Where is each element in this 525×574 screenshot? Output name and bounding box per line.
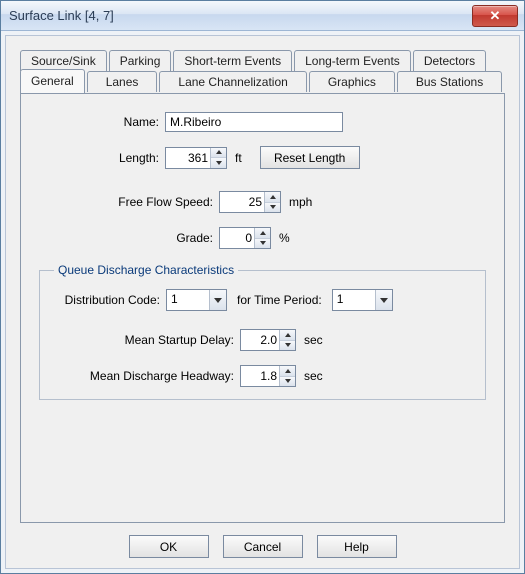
grade-up-button[interactable] xyxy=(255,228,270,239)
tab-lane-channelization[interactable]: Lane Channelization xyxy=(159,71,306,92)
tab-row-lower: General Lanes Lane Channelization Graphi… xyxy=(20,71,504,93)
client-area: Source/Sink Parking Short-term Events Lo… xyxy=(1,31,524,573)
chevron-up-icon xyxy=(216,150,222,154)
distribution-code-dropdown-button[interactable] xyxy=(209,290,226,310)
length-input[interactable] xyxy=(166,148,210,168)
grade-input[interactable] xyxy=(220,228,254,248)
queue-discharge-group: Queue Discharge Characteristics Distribu… xyxy=(39,263,486,400)
ffs-down-button[interactable] xyxy=(265,203,280,213)
length-down-button[interactable] xyxy=(211,158,226,168)
chevron-down-icon xyxy=(214,298,222,303)
discharge-headway-spinner[interactable] xyxy=(240,365,296,387)
free-flow-speed-label: Free Flow Speed: xyxy=(63,195,213,209)
grade-unit: % xyxy=(279,231,290,245)
chevron-down-icon xyxy=(380,298,388,303)
free-flow-speed-spinner[interactable] xyxy=(219,191,281,213)
headway-up-button[interactable] xyxy=(280,366,295,377)
inner-panel: Source/Sink Parking Short-term Events Lo… xyxy=(5,35,520,569)
titlebar: Surface Link [4, 7] ✕ xyxy=(1,1,524,31)
reset-length-button[interactable]: Reset Length xyxy=(260,146,360,169)
tab-content-general: Name: Length: ft Reset Length xyxy=(20,93,505,523)
distribution-code-combo[interactable]: 1 xyxy=(166,289,227,311)
tab-long-term-events[interactable]: Long-term Events xyxy=(294,50,411,71)
tab-lanes[interactable]: Lanes xyxy=(87,71,158,92)
startup-delay-label: Mean Startup Delay: xyxy=(54,333,234,347)
ok-button[interactable]: OK xyxy=(129,535,209,558)
time-period-value: 1 xyxy=(333,290,375,310)
cancel-button[interactable]: Cancel xyxy=(223,535,303,558)
headway-down-button[interactable] xyxy=(280,377,295,387)
tab-general[interactable]: General xyxy=(20,69,85,93)
chevron-down-icon xyxy=(260,241,266,245)
queue-discharge-legend: Queue Discharge Characteristics xyxy=(54,263,238,277)
name-label: Name: xyxy=(105,115,159,129)
startup-down-button[interactable] xyxy=(280,341,295,351)
time-period-dropdown-button[interactable] xyxy=(375,290,392,310)
chevron-up-icon xyxy=(260,231,266,235)
time-period-combo[interactable]: 1 xyxy=(332,289,393,311)
dialog-button-bar: OK Cancel Help xyxy=(6,535,519,558)
tab-bus-stations[interactable]: Bus Stations xyxy=(397,71,502,92)
tab-row-upper: Source/Sink Parking Short-term Events Lo… xyxy=(20,50,488,71)
help-button[interactable]: Help xyxy=(317,535,397,558)
distribution-code-value: 1 xyxy=(167,290,209,310)
chevron-down-icon xyxy=(270,205,276,209)
grade-down-button[interactable] xyxy=(255,239,270,249)
ffs-up-button[interactable] xyxy=(265,192,280,203)
time-period-label: for Time Period: xyxy=(237,293,322,307)
chevron-up-icon xyxy=(285,369,291,373)
length-label: Length: xyxy=(89,151,159,165)
chevron-up-icon xyxy=(270,195,276,199)
tab-graphics[interactable]: Graphics xyxy=(309,71,395,92)
grade-label: Grade: xyxy=(63,231,213,245)
startup-delay-spinner[interactable] xyxy=(240,329,296,351)
free-flow-speed-unit: mph xyxy=(289,195,312,209)
free-flow-speed-input[interactable] xyxy=(220,192,264,212)
close-icon: ✕ xyxy=(490,8,501,24)
chevron-up-icon xyxy=(285,333,291,337)
dialog-window: Surface Link [4, 7] ✕ Source/Sink Parkin… xyxy=(0,0,525,574)
window-title: Surface Link [4, 7] xyxy=(9,8,472,23)
grade-spinner[interactable] xyxy=(219,227,271,249)
length-unit: ft xyxy=(235,151,242,165)
discharge-headway-unit: sec xyxy=(304,369,323,383)
tab-source-sink[interactable]: Source/Sink xyxy=(20,50,107,71)
tab-short-term-events[interactable]: Short-term Events xyxy=(173,50,292,71)
name-input[interactable] xyxy=(165,112,343,132)
tab-parking[interactable]: Parking xyxy=(109,50,172,71)
discharge-headway-label: Mean Discharge Headway: xyxy=(54,369,234,383)
close-button[interactable]: ✕ xyxy=(472,5,518,27)
startup-up-button[interactable] xyxy=(280,330,295,341)
length-spinner[interactable] xyxy=(165,147,227,169)
chevron-down-icon xyxy=(285,343,291,347)
tab-strip: Source/Sink Parking Short-term Events Lo… xyxy=(20,50,505,94)
chevron-down-icon xyxy=(285,379,291,383)
discharge-headway-input[interactable] xyxy=(241,366,279,386)
startup-delay-unit: sec xyxy=(304,333,323,347)
distribution-code-label: Distribution Code: xyxy=(54,293,160,307)
startup-delay-input[interactable] xyxy=(241,330,279,350)
chevron-down-icon xyxy=(216,161,222,165)
length-up-button[interactable] xyxy=(211,148,226,159)
tab-detectors[interactable]: Detectors xyxy=(413,50,486,71)
